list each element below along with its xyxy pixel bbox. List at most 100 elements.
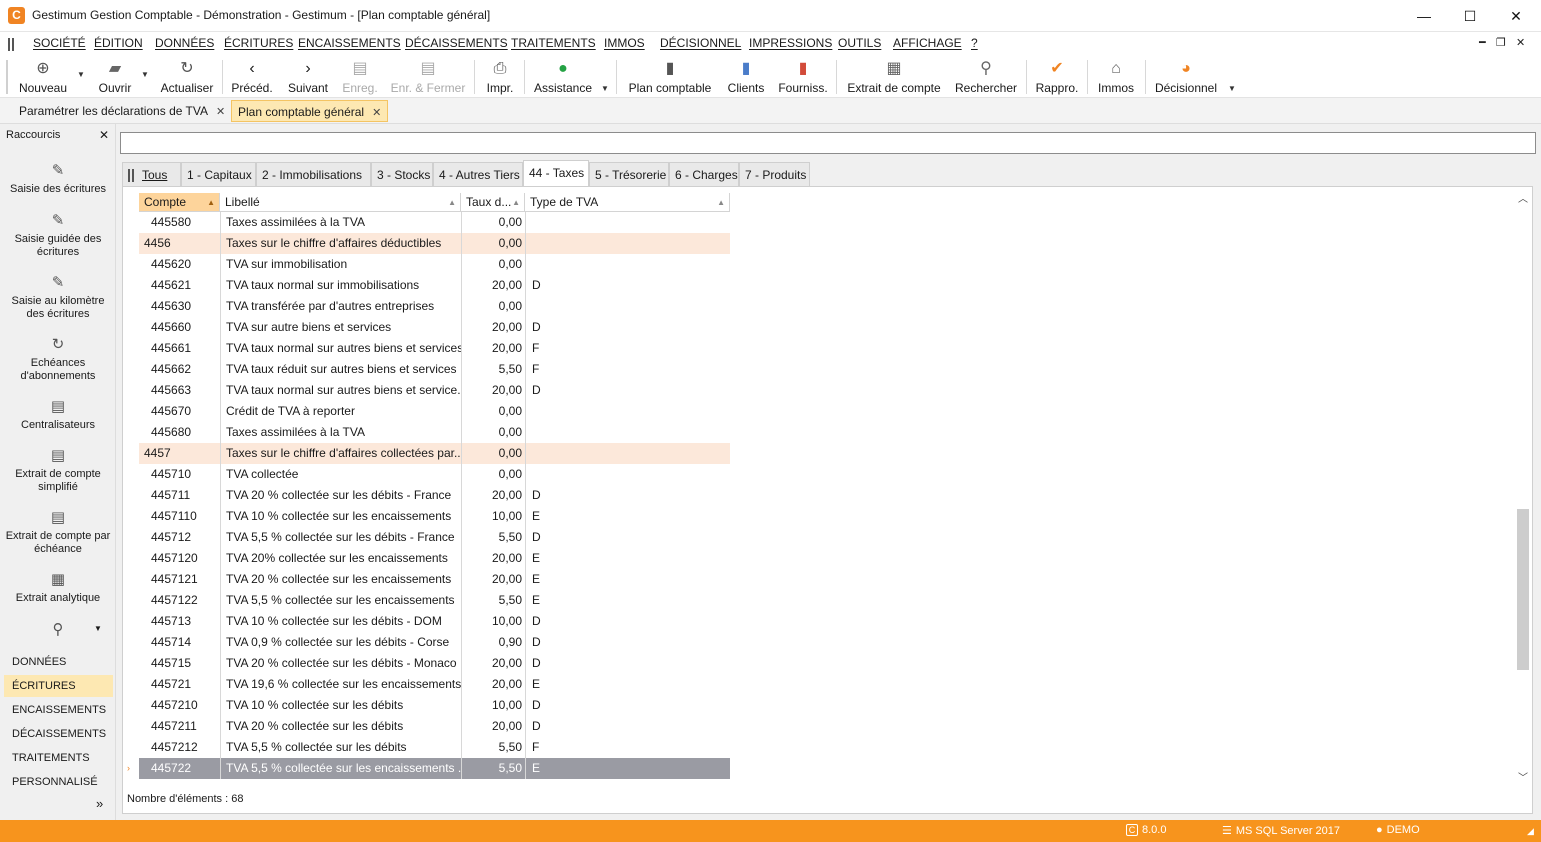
mdi-close-button[interactable]: ✕: [1516, 36, 1525, 49]
tab-tous[interactable]: Tous: [122, 162, 181, 186]
table-row[interactable]: 445660 TVA sur autre biens et services 20,…: [139, 317, 730, 338]
tab-immobilisations[interactable]: 2 - Immobilisations: [256, 162, 371, 186]
sidebar-cat-encaissements[interactable]: ENCAISSEMENTS: [4, 699, 113, 721]
tab-produits[interactable]: 7 - Produits: [739, 162, 810, 186]
sidebar-cat-donnees[interactable]: DONNÉES: [4, 651, 113, 673]
sidebar-scroll-down-icon[interactable]: ▼: [94, 624, 102, 633]
sidebar-cat-decaissements[interactable]: DÉCAISSEMENTS: [4, 723, 113, 745]
actualiser-button[interactable]: ↻ Actualiser: [156, 58, 218, 96]
menu-impressions[interactable]: IMPRESSIONS: [749, 36, 832, 50]
sidebar-close-icon[interactable]: ✕: [99, 128, 109, 142]
precedent-button[interactable]: ‹ Précéd.: [228, 58, 276, 96]
table-row[interactable]: 445663 TVA taux normal sur autres biens e…: [139, 380, 730, 401]
menu-traitements[interactable]: TRAITEMENTS: [511, 36, 596, 50]
shortcut-centralisateurs[interactable]: ▤ Centralisateurs: [2, 398, 114, 432]
table-row[interactable]: 4457210 TVA 10 % collectée sur les débits…: [139, 695, 730, 716]
table-row[interactable]: 445713 TVA 10 % collectée sur les débits …: [139, 611, 730, 632]
table-row[interactable]: 445710 TVA collectée 0,00: [139, 464, 730, 485]
imprimer-button[interactable]: ⎙ Impr.: [482, 58, 518, 96]
clients-button[interactable]: ▮ Clients: [724, 58, 768, 96]
menu-edition[interactable]: ÉDITION: [94, 36, 143, 50]
table-row[interactable]: 445721 TVA 19,6 % collectée sur les encai…: [139, 674, 730, 695]
filter-input[interactable]: [120, 132, 1536, 154]
close-button[interactable]: ✕: [1493, 4, 1539, 28]
mdi-minimize-button[interactable]: ━: [1479, 36, 1486, 49]
table-row[interactable]: 4457122 TVA 5,5 % collectée sur les encai…: [139, 590, 730, 611]
table-row[interactable]: 4457212 TVA 5,5 % collectée sur les débit…: [139, 737, 730, 758]
table-row[interactable]: 445715 TVA 20 % collectée sur les débits …: [139, 653, 730, 674]
table-row[interactable]: 4457 Taxes sur le chiffre d'affaires coll…: [139, 443, 730, 464]
table-row[interactable]: 4457121 TVA 20 % collectée sur les encais…: [139, 569, 730, 590]
enregistrer-fermer-button[interactable]: ▤ Enr. & Fermer: [388, 58, 468, 96]
table-row[interactable]: 445714 TVA 0,9 % collectée sur les débits…: [139, 632, 730, 653]
menu-ecritures[interactable]: ÉCRITURES: [224, 36, 293, 50]
menu-outils[interactable]: OUTILS: [838, 36, 881, 50]
scroll-up-icon[interactable]: ︿: [1516, 193, 1530, 207]
table-row[interactable]: 445722 TVA 5,5 % collectée sur les encais…: [127, 758, 730, 779]
shortcut-saisie-ecritures[interactable]: ✎ Saisie des écritures: [2, 162, 114, 196]
table-row[interactable]: 445630 TVA transférée par d'autres entrep…: [139, 296, 730, 317]
close-icon[interactable]: ✕: [372, 107, 381, 119]
doctab-declarations-tva[interactable]: Paramétrer les déclarations de TVA ✕: [13, 100, 231, 122]
column-header-type-tva[interactable]: Type de TVA ▲: [525, 193, 730, 212]
menu-help[interactable]: ?: [971, 36, 978, 50]
vertical-scrollbar[interactable]: ︿ ﹀: [1516, 193, 1530, 786]
menu-affichage[interactable]: AFFICHAGE: [893, 36, 962, 50]
mdi-restore-button[interactable]: ❐: [1496, 36, 1506, 49]
shortcut-echeances-abonnements[interactable]: ↻ Echéances d'abonnements: [2, 336, 114, 383]
extrait-compte-button[interactable]: ▦ Extrait de compte: [844, 58, 944, 96]
column-header-taux[interactable]: Taux d... ▲: [461, 193, 525, 212]
shortcut-extrait-simplifie[interactable]: ▤ Extrait de compte simplifié: [2, 447, 114, 494]
immos-button[interactable]: ⌂ Immos: [1094, 58, 1138, 96]
toolbar-overflow-2-icon[interactable]: ▼: [1228, 84, 1236, 93]
shortcut-extrait-echeance[interactable]: ▤ Extrait de compte par échéance: [2, 509, 114, 556]
sidebar-cat-ecritures[interactable]: ÉCRITURES: [4, 675, 113, 697]
sidebar-expand-icon[interactable]: »: [96, 796, 103, 811]
shortcut-saisie-kilometre[interactable]: ✎ Saisie au kilomètre des écritures: [2, 274, 114, 321]
doctab-plan-comptable[interactable]: Plan comptable général ✕: [231, 100, 389, 122]
table-row[interactable]: 445680 Taxes assimilées à la TVA 0,00: [139, 422, 730, 443]
table-row[interactable]: 445661 TVA taux normal sur autres biens e…: [139, 338, 730, 359]
suivant-button[interactable]: › Suivant: [283, 58, 333, 96]
fournisseurs-button[interactable]: ▮ Fourniss.: [776, 58, 830, 96]
table-row[interactable]: 445580 Taxes assimilées à la TVA 0,00: [139, 212, 730, 233]
menu-immos[interactable]: IMMOS: [604, 36, 645, 50]
table-row[interactable]: 445670 Crédit de TVA à reporter 0,00: [139, 401, 730, 422]
menu-donnees[interactable]: DONNÉES: [155, 36, 214, 50]
table-row[interactable]: 4456 Taxes sur le chiffre d'affaires dédu…: [139, 233, 730, 254]
tab-charges[interactable]: 6 - Charges: [669, 162, 739, 186]
enregistrer-button[interactable]: ▤ Enreg.: [338, 58, 382, 96]
shortcut-extrait-analytique[interactable]: ▦ Extrait analytique: [2, 571, 114, 605]
tab-stocks[interactable]: 3 - Stocks: [371, 162, 433, 186]
menu-decaissements[interactable]: DÉCAISSEMENTS: [405, 36, 508, 50]
resize-grip-icon[interactable]: ◢: [1527, 826, 1534, 837]
scroll-down-icon[interactable]: ﹀: [1516, 772, 1530, 786]
tab-autres-tiers[interactable]: 4 - Autres Tiers: [433, 162, 523, 186]
table-row[interactable]: 4457211 TVA 20 % collectée sur les débits…: [139, 716, 730, 737]
table-row[interactable]: 445712 TVA 5,5 % collectée sur les débits…: [139, 527, 730, 548]
toolbar-overflow-icon[interactable]: ▼: [601, 84, 609, 93]
table-row[interactable]: 445620 TVA sur immobilisation 0,00: [139, 254, 730, 275]
decisionnel-button[interactable]: ◕ Décisionnel: [1152, 58, 1220, 96]
ouvrir-dropdown-icon[interactable]: ▼: [141, 70, 149, 79]
plan-comptable-button[interactable]: ▮ Plan comptable: [626, 58, 714, 96]
table-row[interactable]: 4457120 TVA 20% collectée sur les encaiss…: [139, 548, 730, 569]
maximize-button[interactable]: ☐: [1447, 4, 1493, 28]
column-header-libelle[interactable]: Libellé ▲: [220, 193, 461, 212]
rechercher-button[interactable]: ⚲ Rechercher: [952, 58, 1020, 96]
assistance-button[interactable]: ● Assistance: [532, 58, 594, 96]
close-icon[interactable]: ✕: [216, 106, 225, 118]
menu-encaissements[interactable]: ENCAISSEMENTS: [298, 36, 401, 50]
table-row[interactable]: 4457110 TVA 10 % collectée sur les encais…: [139, 506, 730, 527]
sidebar-cat-traitements[interactable]: TRAITEMENTS: [4, 747, 113, 769]
rapprochement-button[interactable]: ✔ Rappro.: [1033, 58, 1081, 96]
table-row[interactable]: 445621 TVA taux normal sur immobilisation…: [139, 275, 730, 296]
ouvrir-button[interactable]: ▰ Ouvrir: [92, 58, 138, 96]
tab-capitaux[interactable]: 1 - Capitaux: [181, 162, 256, 186]
table-row[interactable]: 445711 TVA 20 % collectée sur les débits …: [139, 485, 730, 506]
nouveau-dropdown-icon[interactable]: ▼: [77, 70, 85, 79]
shortcut-saisie-guidee[interactable]: ✎ Saisie guidée des écritures: [2, 212, 114, 259]
tab-taxes[interactable]: 44 - Taxes: [523, 160, 589, 187]
menu-decisionnel[interactable]: DÉCISIONNEL: [660, 36, 741, 50]
minimize-button[interactable]: —: [1401, 4, 1447, 28]
